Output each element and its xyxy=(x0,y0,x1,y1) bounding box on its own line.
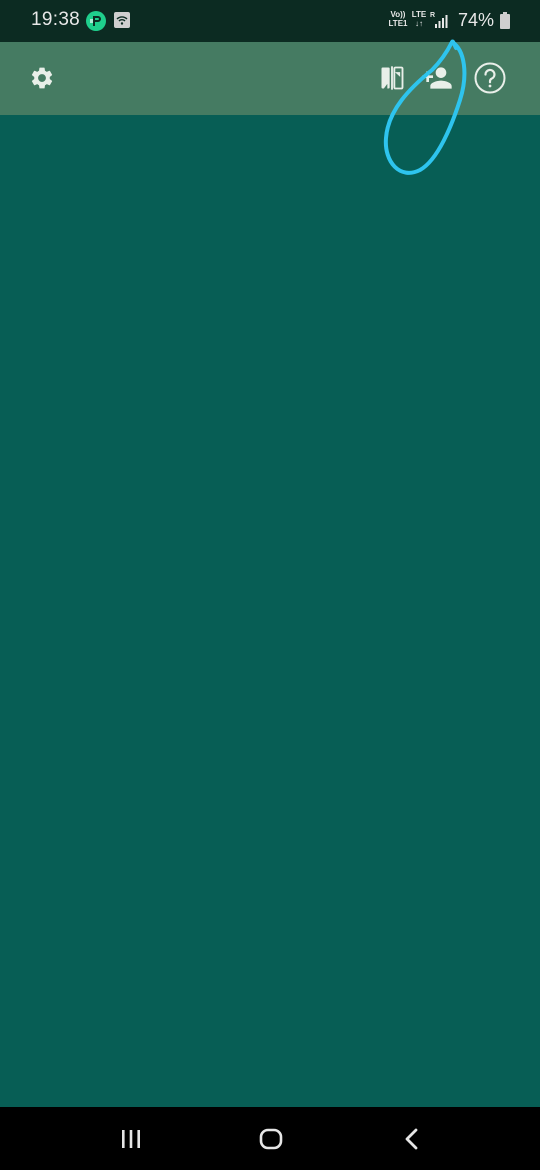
system-nav-bar xyxy=(0,1107,540,1170)
phone-screen: 19:38 Vo)) LTE1 LTE ↓↑ R 74% xyxy=(0,0,540,1170)
signal-icon: R xyxy=(430,12,448,28)
help-button[interactable] xyxy=(470,58,510,98)
home-icon xyxy=(259,1128,283,1150)
recents-button[interactable] xyxy=(111,1119,151,1159)
wifi-notification-icon xyxy=(114,12,130,28)
home-button[interactable] xyxy=(251,1119,291,1159)
app-toolbar xyxy=(0,42,540,115)
gear-icon xyxy=(31,67,53,89)
status-bar: 19:38 Vo)) LTE1 LTE ↓↑ R 74% xyxy=(0,0,540,42)
data-arrows-label: ↓↑ xyxy=(415,19,423,28)
main-content-area xyxy=(0,115,540,1107)
help-circle-icon xyxy=(474,62,506,94)
back-button[interactable] xyxy=(392,1119,432,1159)
lte1-label: LTE1 xyxy=(388,19,408,28)
status-time: 19:38 xyxy=(31,9,81,30)
roaming-label: R xyxy=(430,12,435,19)
app-notification-icon xyxy=(86,11,106,31)
battery-icon xyxy=(500,12,510,29)
camera-switch-icon xyxy=(381,66,404,90)
add-contact-button[interactable] xyxy=(417,58,457,98)
settings-button[interactable] xyxy=(22,58,62,98)
lte-label: LTE xyxy=(411,10,427,19)
switch-camera-button[interactable] xyxy=(372,58,412,98)
network-indicator: Vo)) LTE1 LTE ↓↑ R xyxy=(388,10,450,32)
person-add-icon xyxy=(422,67,452,89)
back-icon xyxy=(405,1128,418,1150)
recents-icon xyxy=(122,1130,140,1148)
battery-percent: 74% xyxy=(458,10,495,30)
volte-label: Vo)) xyxy=(390,10,406,19)
